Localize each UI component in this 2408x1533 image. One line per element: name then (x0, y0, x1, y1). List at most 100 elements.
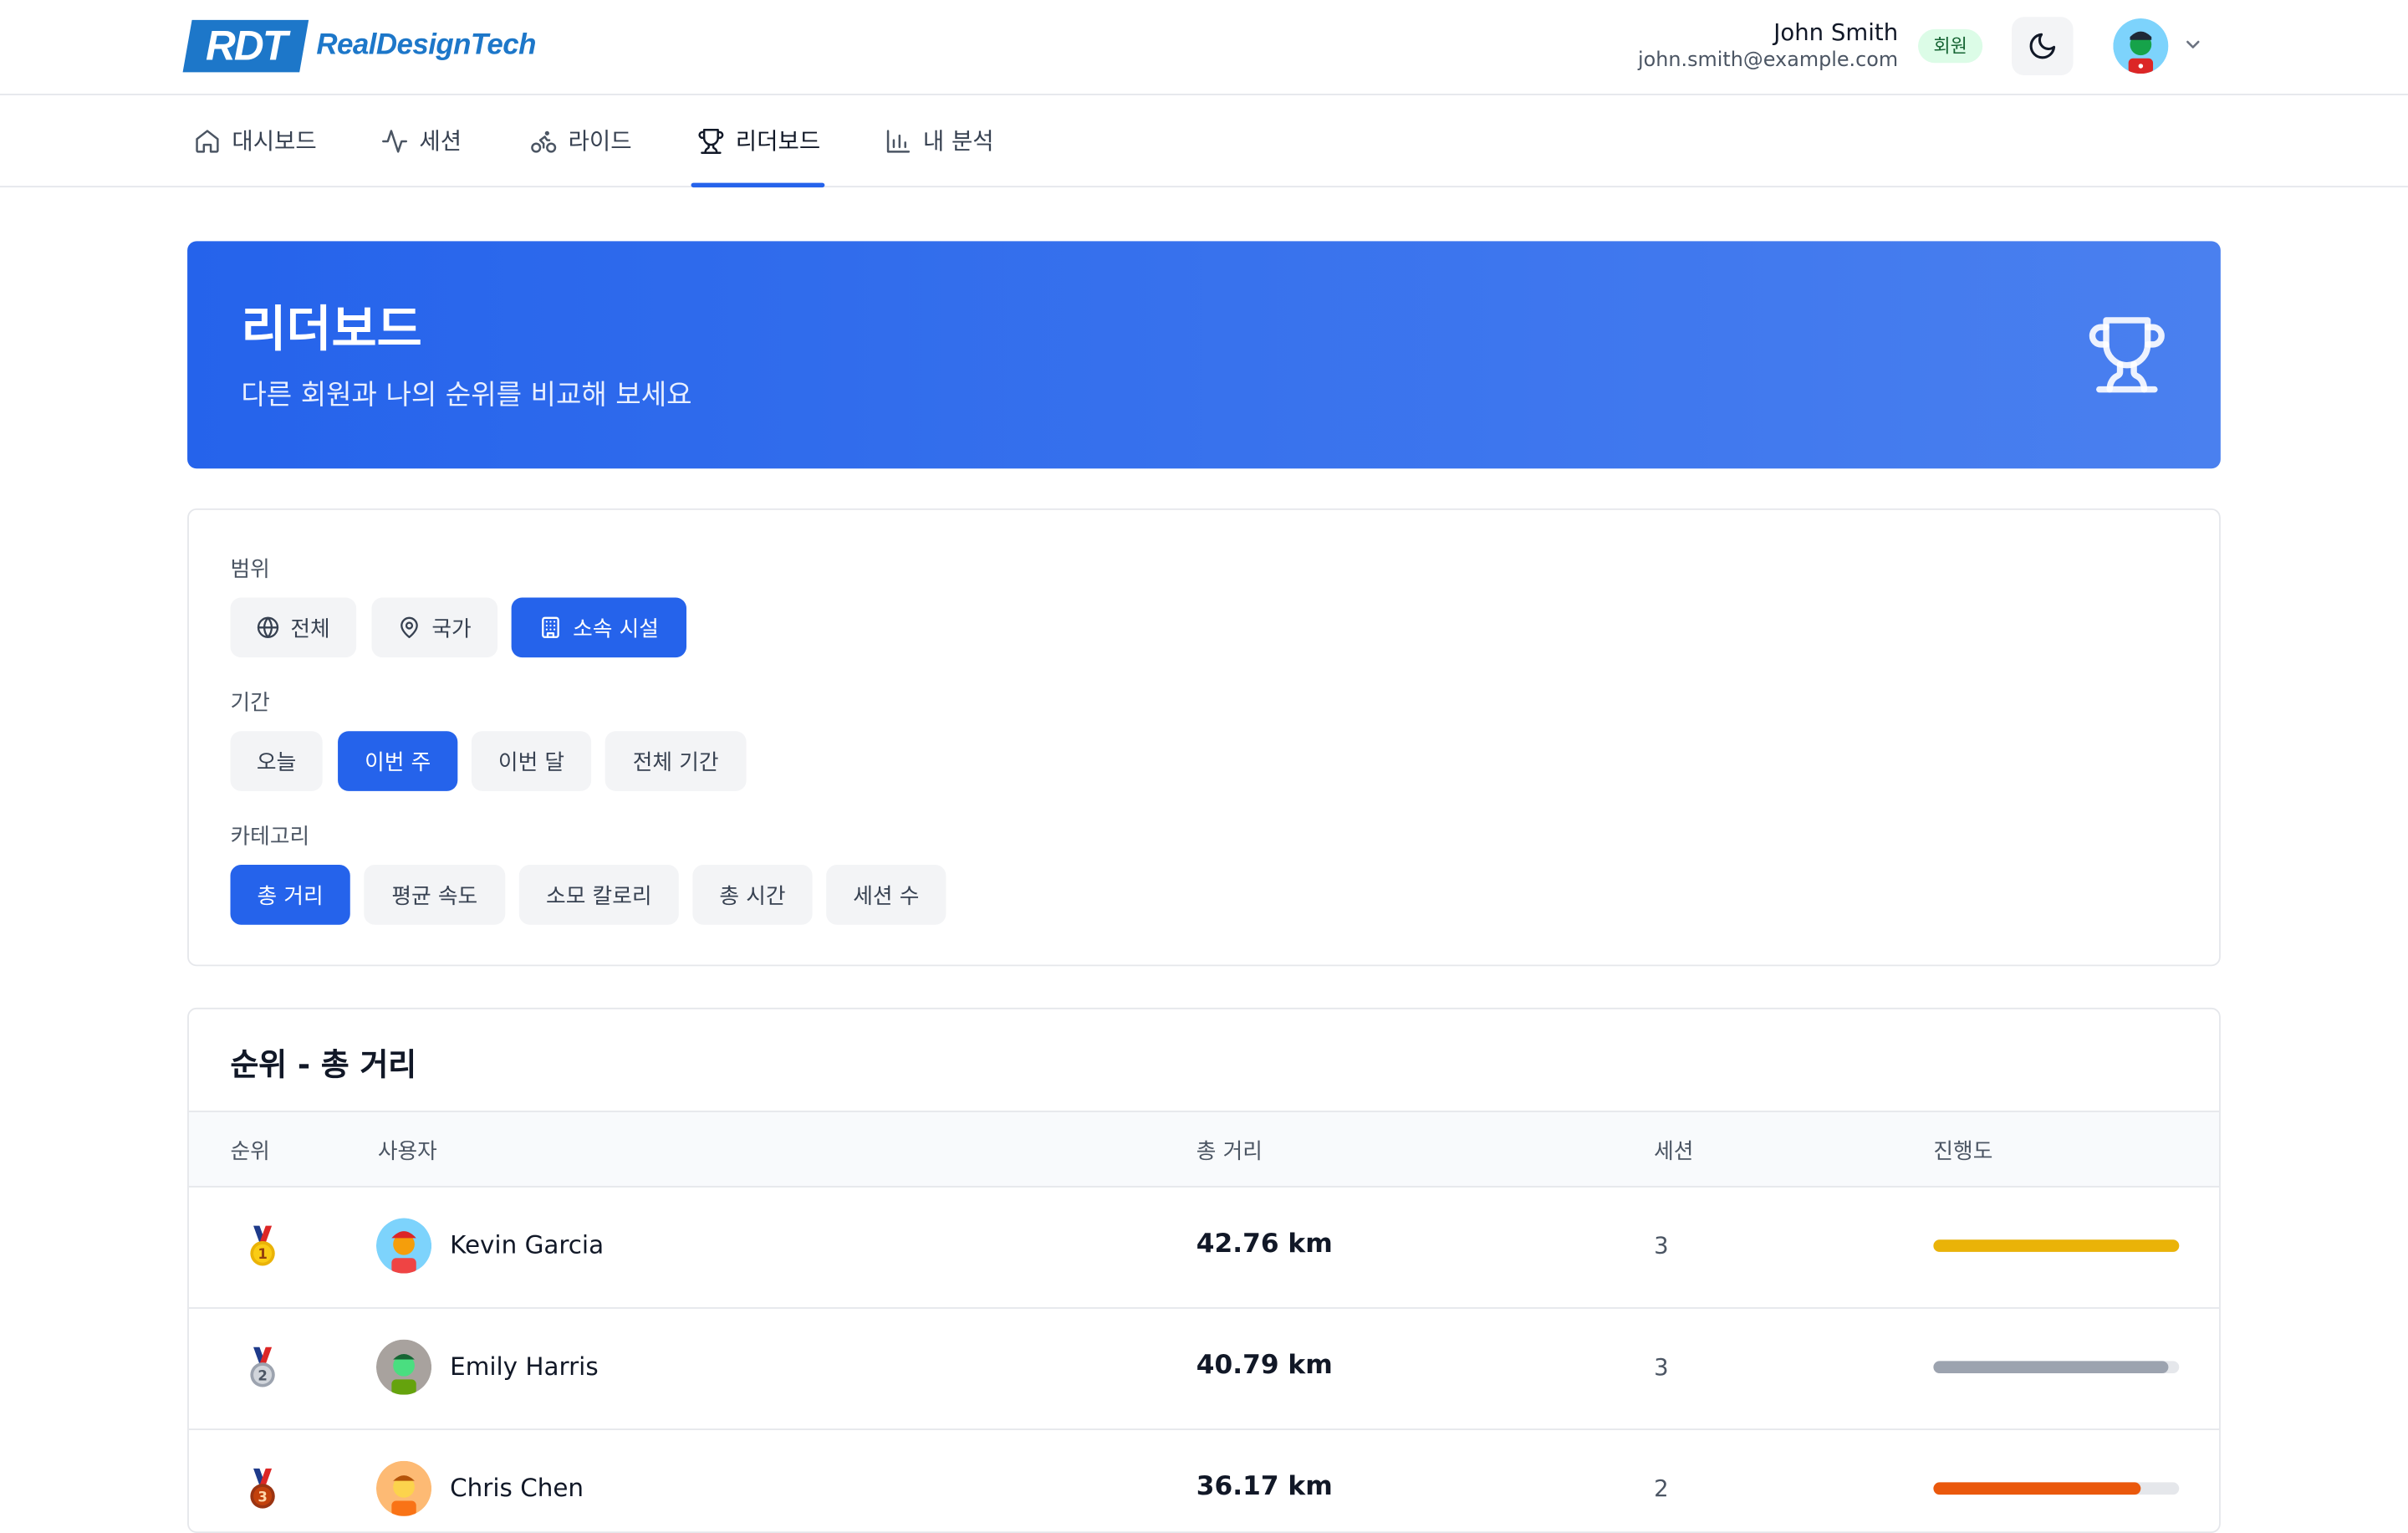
top-bar: RDT RealDesignTech John Smith john.smith… (0, 0, 2408, 95)
period-option-this-month[interactable]: 이번 달 (471, 731, 592, 791)
medal-rank: 3 (258, 1489, 268, 1505)
progress-bar (1933, 1361, 2180, 1374)
scope-label: 범위 (230, 557, 270, 583)
progress-fill (1933, 1239, 2180, 1252)
bar-chart-icon (886, 129, 911, 152)
bronze-medal-icon: 3 (250, 1468, 275, 1509)
table-row[interactable]: 2 Emily Harris 40.79 km 3 (188, 1307, 2220, 1430)
session-count: 2 (1654, 1474, 1669, 1503)
period-option-all-time[interactable]: 전체 기간 (605, 731, 747, 791)
category-option-calories[interactable]: 소모 칼로리 (518, 865, 679, 925)
role-badge: 회원 (1918, 28, 1983, 64)
globe-icon (258, 616, 279, 638)
nav-item-label: 라이드 (568, 127, 632, 156)
avatar (375, 1218, 432, 1274)
distance-value: 40.79 km (1196, 1350, 1333, 1382)
avatar (2113, 18, 2169, 74)
theme-toggle-button[interactable] (2012, 17, 2074, 75)
logo-text: RealDesignTech (316, 28, 536, 62)
column-header-user: 사용자 (377, 1139, 437, 1165)
category-label: 카테고리 (230, 825, 310, 850)
logo-mark: RDT (182, 19, 309, 73)
trophy-icon (698, 128, 724, 154)
page-subtitle: 다른 회원과 나의 순위를 비교해 보세요 (241, 379, 692, 412)
avatar (375, 1339, 432, 1395)
medal-rank: 1 (258, 1246, 268, 1262)
nav-item-my-analytics[interactable]: 내 분석 (885, 95, 994, 186)
trophy-icon (2089, 317, 2165, 393)
user-avatar-button[interactable] (2113, 18, 2169, 74)
category-option-total-time[interactable]: 총 시간 (692, 865, 813, 925)
chip-label: 소모 칼로리 (546, 884, 652, 909)
chip-label: 총 거리 (257, 884, 324, 909)
progress-bar (1933, 1239, 2180, 1252)
user-name: Emily Harris (450, 1352, 599, 1382)
brand-logo[interactable]: RDT RealDesignTech (182, 19, 536, 73)
moon-icon (2029, 33, 2056, 59)
user-name: Kevin Garcia (450, 1230, 605, 1260)
category-option-total-distance[interactable]: 총 거리 (230, 865, 350, 925)
table-header: 순위 사용자 총 거리 세션 진행도 (188, 1110, 2220, 1188)
leaderboard-table: 순위 - 총 거리 순위 사용자 총 거리 세션 진행도 1 Kevin Gar… (187, 1007, 2221, 1533)
bike-icon (531, 130, 557, 152)
hero-banner: 리더보드 다른 회원과 나의 순위를 비교해 보세요 (187, 241, 2221, 469)
user-name: Chris Chen (450, 1473, 584, 1503)
column-header-distance: 총 거리 (1196, 1139, 1263, 1165)
chip-label: 이번 주 (365, 750, 431, 775)
table-row[interactable]: 3 Chris Chen 36.17 km 2 (189, 1428, 2219, 1531)
active-tab-indicator (691, 182, 825, 188)
chip-label: 국가 (431, 616, 472, 641)
nav-item-rides[interactable]: 라이드 (530, 95, 632, 186)
user-info: John Smith john.smith@example.com (1638, 17, 1898, 75)
nav-item-dashboard[interactable]: 대시보드 (193, 95, 317, 186)
main-nav: 대시보드 세션 라이드 리더보드 내 분석 (0, 95, 2408, 188)
session-count: 3 (1654, 1353, 1669, 1382)
progress-fill (1933, 1482, 2142, 1495)
user-email: john.smith@example.com (1637, 49, 1899, 73)
progress-bar (1933, 1482, 2180, 1495)
progress-fill (1933, 1361, 2168, 1374)
chip-label: 전체 (290, 616, 330, 641)
filter-panel: 범위 전체 국가 소속 시설 기간 오늘 이번 주 이번 달 전체 기간 카테고… (187, 508, 2221, 967)
chip-label: 평균 속도 (391, 884, 478, 909)
nav-item-leaderboard[interactable]: 리더보드 (691, 95, 825, 188)
avatar (375, 1460, 432, 1516)
category-option-session-count[interactable]: 세션 수 (826, 865, 946, 925)
page-title: 리더보드 (241, 299, 422, 358)
nav-item-label: 리더보드 (735, 127, 821, 156)
map-pin-icon (400, 616, 419, 638)
period-option-this-week[interactable]: 이번 주 (338, 731, 458, 791)
scope-option-facility[interactable]: 소속 시설 (511, 597, 687, 658)
user-name: John Smith (1773, 18, 1899, 47)
column-header-sessions: 세션 (1654, 1139, 1694, 1165)
session-count: 3 (1654, 1232, 1669, 1260)
nav-item-label: 세션 (419, 127, 462, 156)
gold-medal-icon: 1 (250, 1225, 275, 1266)
chip-label: 소속 시설 (573, 616, 659, 641)
activity-icon (382, 129, 408, 152)
logo-mark-text: RDT (205, 22, 287, 69)
period-option-today[interactable]: 오늘 (230, 731, 323, 791)
chip-label: 총 시간 (719, 884, 786, 909)
chevron-down-icon[interactable] (2182, 33, 2204, 55)
scope-option-all[interactable]: 전체 (230, 597, 357, 658)
category-option-avg-speed[interactable]: 평균 속도 (364, 865, 506, 925)
building-icon (542, 616, 559, 638)
silver-medal-icon: 2 (250, 1346, 275, 1387)
scope-option-country[interactable]: 국가 (371, 597, 498, 658)
period-label: 기간 (230, 691, 270, 716)
medal-rank: 2 (258, 1367, 268, 1383)
chip-label: 전체 기간 (632, 750, 719, 775)
chip-label: 오늘 (256, 750, 297, 775)
column-header-rank: 순위 (230, 1139, 270, 1165)
home-icon (196, 129, 219, 152)
chip-label: 세션 수 (853, 884, 920, 909)
chip-label: 이번 달 (497, 750, 565, 775)
table-row[interactable]: 1 Kevin Garcia 42.76 km 3 (188, 1186, 2220, 1309)
distance-value: 36.17 km (1196, 1471, 1333, 1503)
nav-item-label: 대시보드 (232, 127, 317, 156)
distance-value: 42.76 km (1196, 1229, 1333, 1260)
leaderboard-title: 순위 - 총 거리 (230, 1045, 417, 1083)
column-header-progress: 진행도 (1933, 1139, 1993, 1165)
nav-item-sessions[interactable]: 세션 (381, 95, 462, 186)
